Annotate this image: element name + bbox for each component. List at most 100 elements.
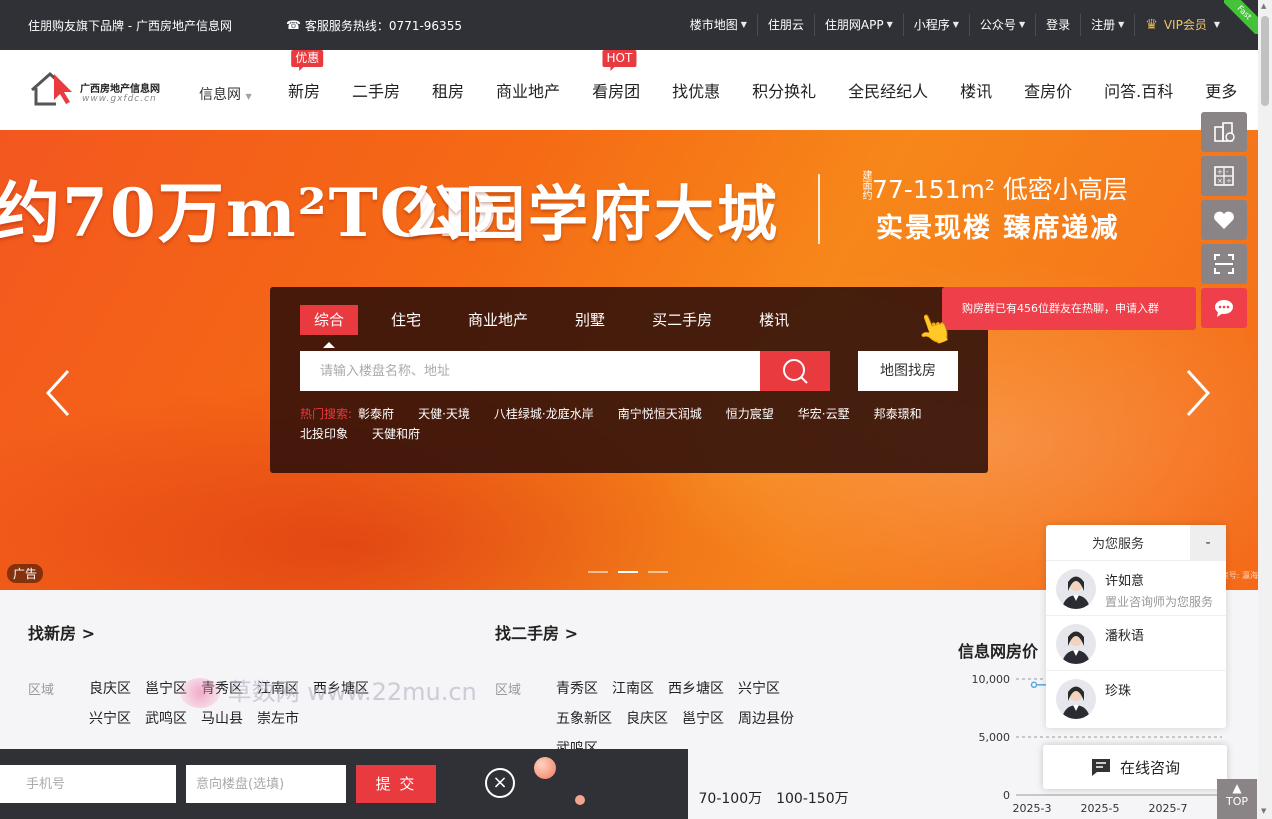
nav-item[interactable]: 二手房 (336, 78, 416, 102)
hot-search-item[interactable]: 天健和府 (372, 424, 420, 444)
search-tab[interactable]: 买二手房 (638, 305, 726, 335)
message-icon (1091, 759, 1110, 776)
site-selector[interactable]: 信息网 ▼ (199, 84, 252, 104)
phone-input[interactable] (0, 765, 176, 803)
search-tab[interactable]: 楼讯 (745, 305, 803, 335)
tool-building[interactable] (1201, 112, 1247, 152)
nav-item[interactable]: 更多 (1189, 78, 1253, 102)
back-to-top-button[interactable]: ▲ TOP (1217, 779, 1257, 819)
agent-item[interactable]: 潘秋语 (1046, 616, 1226, 671)
nav-item[interactable]: 新房 优惠 (272, 50, 336, 102)
second-house-areas-row1: 青秀区 江南区 西乡塘区 兴宁区 (556, 678, 794, 698)
logo-en-text: www.gxfdc.cn (82, 94, 157, 104)
tool-favorite[interactable] (1201, 200, 1247, 240)
area-option[interactable]: 良庆区 (626, 708, 668, 728)
agent-name: 许如意 (1105, 574, 1145, 589)
vip-member-link[interactable]: ♛ VIP会员 ▼ (1134, 14, 1230, 36)
nav-item[interactable]: 找优惠 (656, 78, 736, 102)
site-logo[interactable]: 广西房地产信息网 www.gxfdc.cn (30, 68, 180, 108)
chevron-right-icon[interactable] (1182, 368, 1212, 418)
nav-item[interactable]: 问答.百科 (1088, 78, 1189, 102)
nav-item-label: 全民经纪人 (848, 82, 929, 101)
carousel-dot-active[interactable] (618, 571, 638, 573)
submit-button[interactable]: 提 交 (356, 765, 436, 803)
y-tick-label: 5,000 (979, 731, 1011, 744)
hot-search-item[interactable]: 华宏·云墅 (798, 404, 850, 424)
logo-cn-text: 广西房地产信息网 (80, 84, 160, 95)
scrollbar-thumb[interactable] (1261, 16, 1269, 106)
search-button[interactable] (760, 351, 830, 391)
minimize-button[interactable]: - (1190, 524, 1226, 561)
carousel-dot[interactable] (648, 571, 668, 573)
carousel-dot[interactable] (588, 571, 608, 573)
tool-chat[interactable] (1201, 288, 1247, 328)
area-option[interactable]: 西乡塘区 (313, 678, 369, 698)
online-consult-button[interactable]: 在线咨询 (1043, 745, 1227, 789)
topbar-link-app[interactable]: 住朋网APP ▼ (813, 14, 903, 36)
area-option[interactable]: 邕宁区 (682, 708, 724, 728)
topbar-link-label: 公众号 (979, 18, 1016, 32)
topbar-link-map[interactable]: 楼市地图 ▼ (680, 14, 757, 36)
search-tab[interactable]: 别墅 (561, 305, 619, 335)
price-option[interactable]: 100-150万 (776, 788, 849, 808)
search-tabs: 综合 住宅 商业地产 别墅 买二手房 楼讯 (300, 305, 822, 335)
search-tab[interactable]: 综合 (300, 305, 359, 335)
close-icon[interactable]: × (485, 768, 515, 798)
nav-item[interactable]: 楼讯 (944, 78, 1008, 102)
group-chat-pill[interactable]: 购房群已有456位群友在热聊，申请入群 (942, 287, 1196, 330)
search-tab[interactable]: 住宅 (377, 305, 435, 335)
second-house-title[interactable]: 找二手房 > (495, 620, 578, 644)
hot-search-item[interactable]: 南宁悦恒天润城 (618, 404, 702, 424)
chevron-left-icon[interactable] (44, 368, 74, 418)
hot-search-item[interactable]: 恒力宸望 (726, 404, 774, 424)
area-option[interactable]: 五象新区 (556, 708, 612, 728)
nav-item[interactable]: 全民经纪人 (832, 78, 944, 102)
hero-banner[interactable]: 约70万m²TOD 公园学府大城 建面约77-151m² 低密小高层 实景现楼 … (0, 130, 1258, 590)
nav-item[interactable]: 查房价 (1008, 78, 1088, 102)
hot-search-item[interactable]: 天健·天境 (418, 404, 470, 424)
area-option[interactable]: 邕宁区 (145, 678, 187, 698)
data-point[interactable] (1030, 681, 1038, 689)
new-house-title[interactable]: 找新房 > (28, 620, 95, 644)
project-input[interactable] (186, 765, 346, 803)
tool-calculator[interactable]: + - × ÷ (1201, 156, 1247, 196)
hot-search-item[interactable]: 邦泰璟和 (874, 404, 922, 424)
area-option[interactable]: 青秀区 (556, 678, 598, 698)
search-input[interactable] (300, 351, 760, 391)
nav-item[interactable]: 看房团 HOT (576, 50, 656, 102)
arrow-up-icon: ▲ (1232, 781, 1242, 795)
login-link[interactable]: 登录 (1035, 14, 1080, 36)
nav-item[interactable]: 商业地产 (480, 78, 576, 102)
agent-item[interactable]: 许如意 置业咨询师为您服务 (1046, 561, 1226, 616)
search-tab[interactable]: 商业地产 (454, 305, 542, 335)
hot-search-item[interactable]: 彰泰府 (358, 404, 394, 424)
nav-item[interactable]: 租房 (416, 78, 480, 102)
scroll-up-icon[interactable]: ▲ (1261, 2, 1266, 10)
agent-item[interactable]: 珍珠 (1046, 671, 1226, 726)
area-option[interactable]: 青秀区 (201, 678, 243, 698)
area-option[interactable]: 崇左市 (257, 708, 299, 728)
area-option[interactable]: 兴宁区 (89, 708, 131, 728)
area-option[interactable]: 良庆区 (89, 678, 131, 698)
banner-headline-2: 公园学府大城 (402, 180, 780, 250)
nav-item-label: 商业地产 (496, 82, 561, 101)
area-option[interactable]: 武鸣区 (145, 708, 187, 728)
tool-scan[interactable] (1201, 244, 1247, 284)
area-option[interactable]: 兴宁区 (738, 678, 780, 698)
topbar-link-official-account[interactable]: 公众号 ▼ (968, 14, 1035, 36)
topbar-link-cloud[interactable]: 住朋云 (756, 14, 814, 36)
area-option[interactable]: 西乡塘区 (668, 678, 724, 698)
map-search-button[interactable]: 地图找房 (858, 351, 958, 391)
price-option[interactable]: 70-100万 (699, 788, 763, 808)
area-option[interactable]: 马山县 (201, 708, 243, 728)
nav-item[interactable]: 积分换礼 (736, 78, 832, 102)
topbar-link-miniprogram[interactable]: 小程序 ▼ (902, 14, 969, 36)
hot-search-item[interactable]: 八桂绿城·龙庭水岸 (494, 404, 594, 424)
register-link[interactable]: 注册 ▼ (1080, 14, 1134, 36)
hot-search-item[interactable]: 北投印象 (300, 424, 348, 444)
area-option[interactable]: 江南区 (612, 678, 654, 698)
area-option[interactable]: 江南区 (257, 678, 299, 698)
page-scrollbar[interactable]: ▲ ▼ (1258, 0, 1272, 819)
scroll-down-icon[interactable]: ▼ (1261, 807, 1266, 815)
area-option[interactable]: 周边县份 (738, 708, 794, 728)
